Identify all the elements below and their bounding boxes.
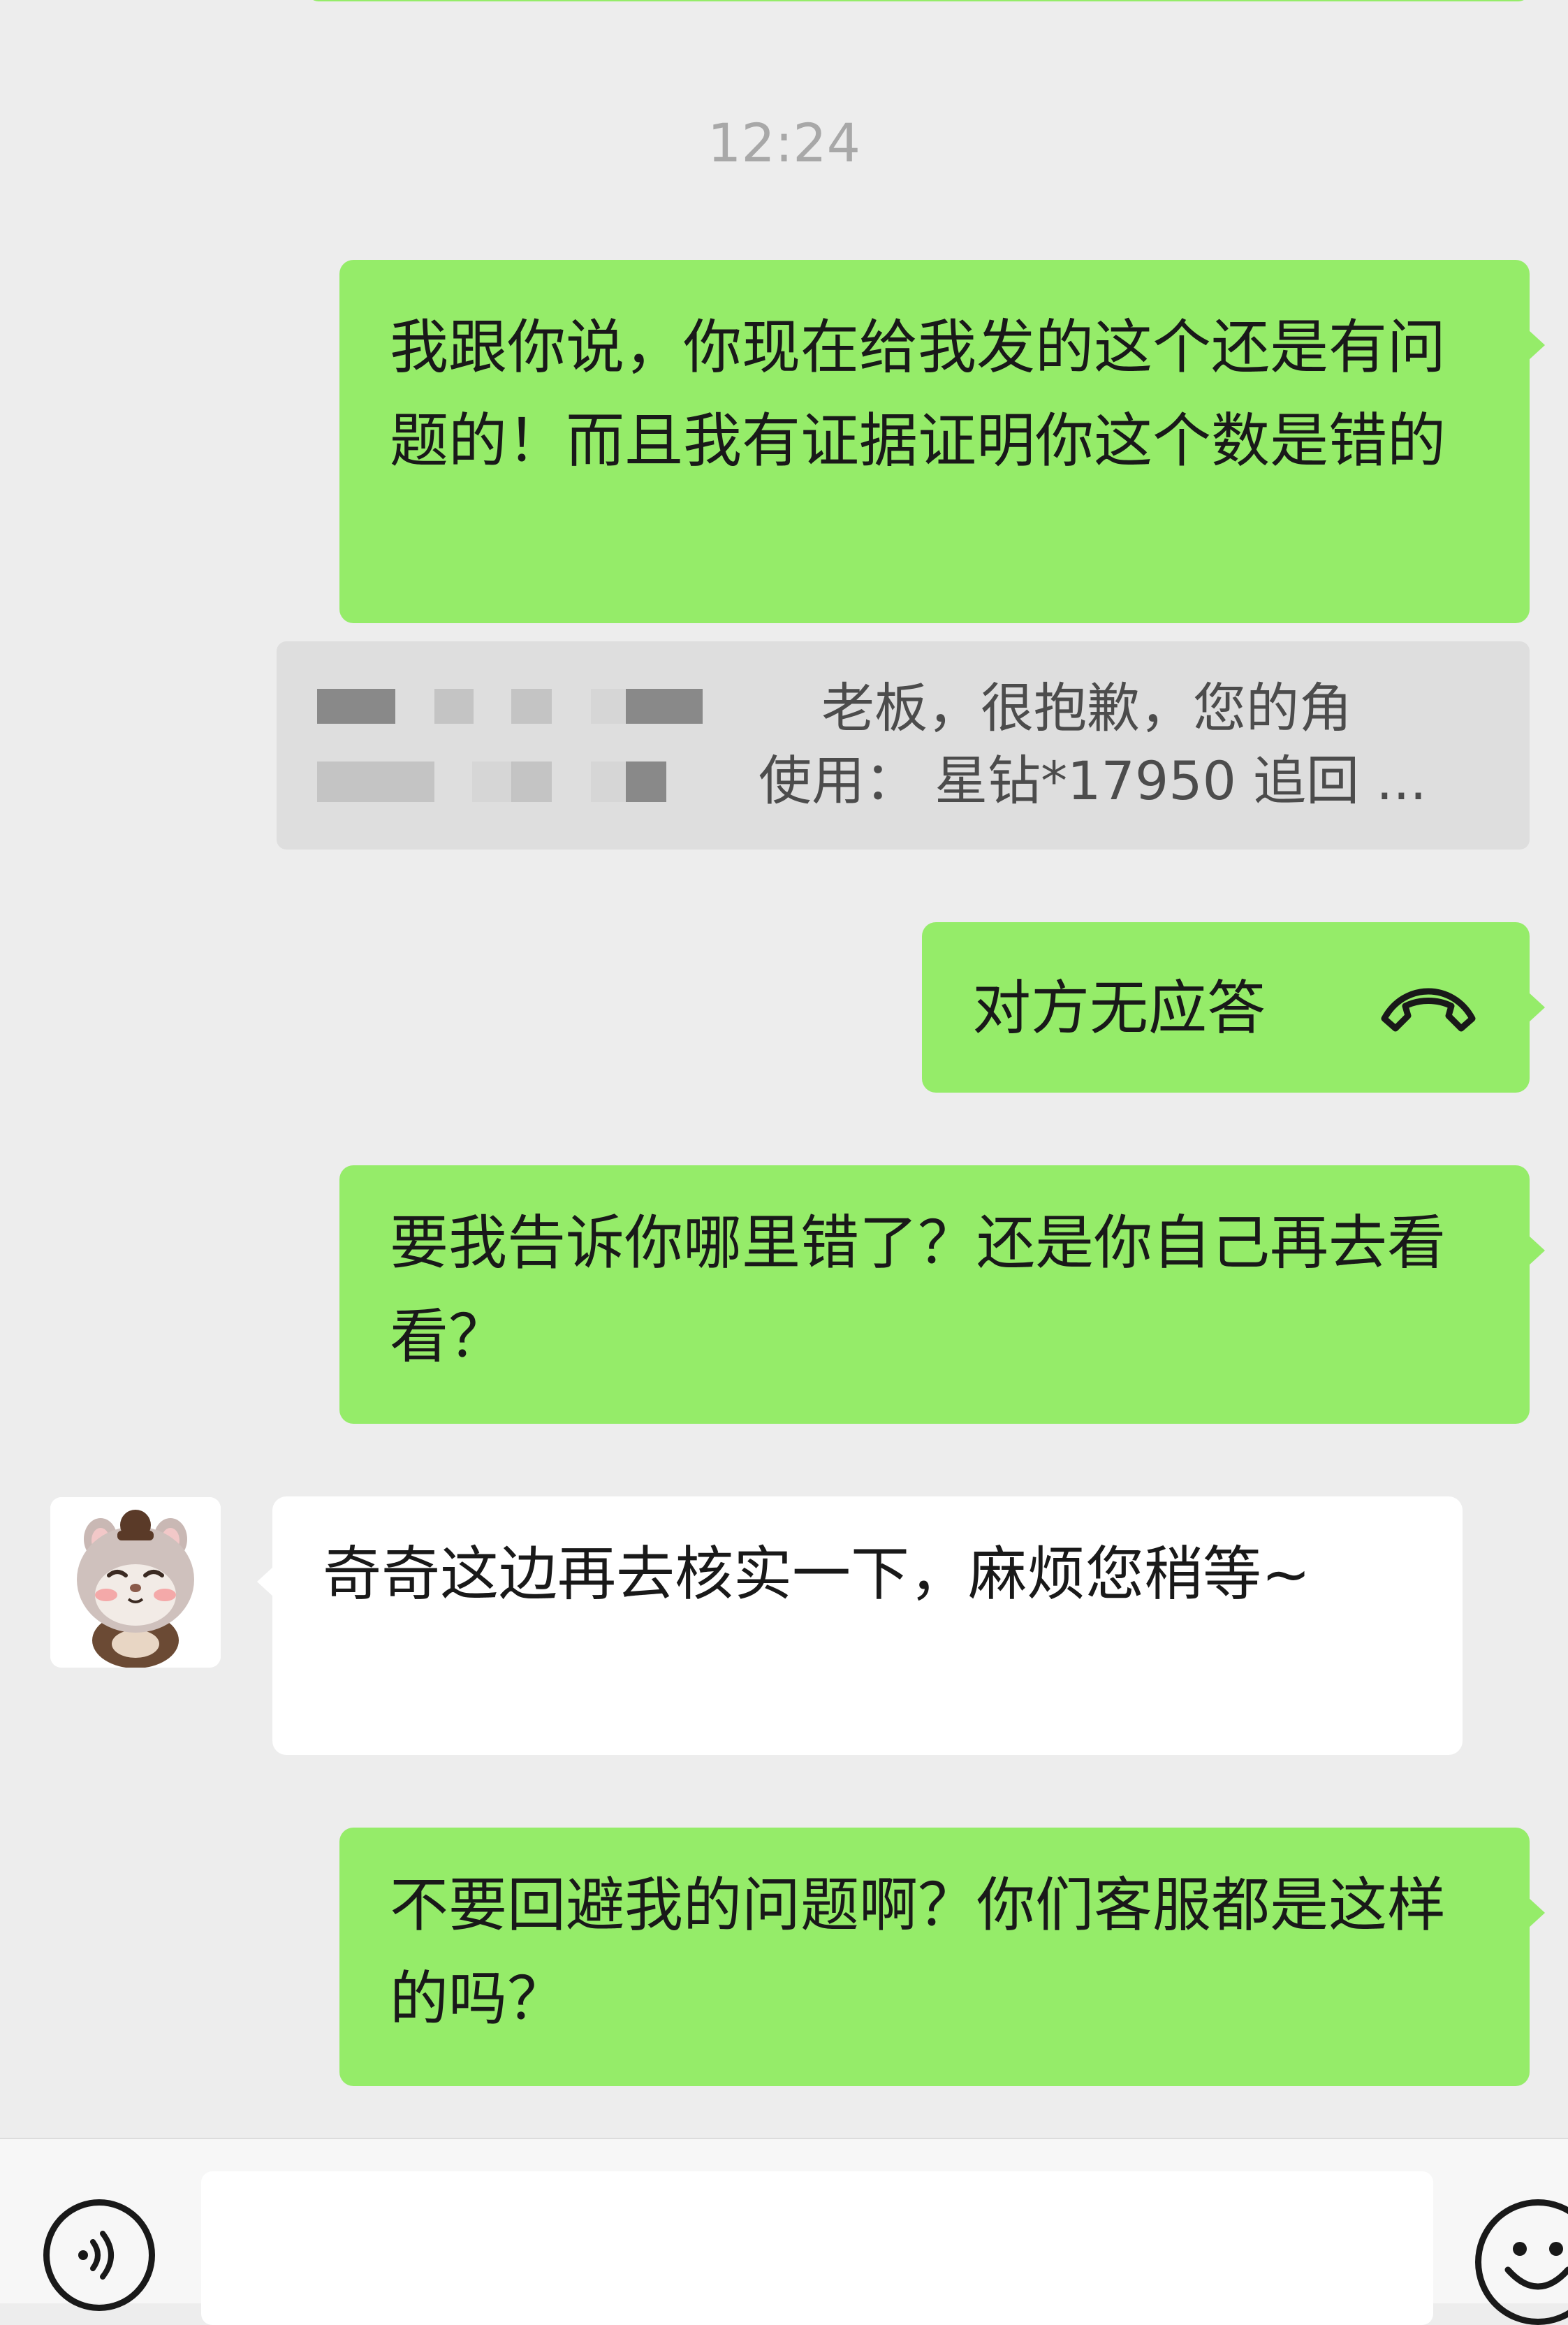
message-text: 我跟你说，你现在给我发的这个还是有问题的！而且我有证据证明你这个数是错的 xyxy=(390,313,1446,475)
quoted-message[interactable]: 老板，很抱歉，您的角 使用： 星钻*17950 追回 ... xyxy=(277,641,1530,850)
message-text: 要我告诉你哪里错了？还是你自己再去看看？ xyxy=(390,1209,1446,1371)
message-input[interactable] xyxy=(201,2171,1433,2325)
message-text: 奇奇这边再去核实一下，麻烦您稍等~ xyxy=(323,1540,1311,1608)
sent-message-bubble[interactable]: 要我告诉你哪里错了？还是你自己再去看看？ xyxy=(339,1165,1545,1424)
sent-message-bubble[interactable]: 不要回避我的问题啊？你们客服都是这样的吗？ xyxy=(339,1828,1545,2086)
call-status-bubble[interactable]: 对方无应答 xyxy=(922,922,1545,1093)
quoted-text-line-2: 使用： 星钻*17950 追回 ... xyxy=(759,750,1427,812)
received-message-bubble[interactable]: 奇奇这边再去核实一下，麻烦您稍等~ xyxy=(257,1496,1463,1755)
sent-message-bubble[interactable]: 我跟你说，你现在给我发的这个还是有问题的！而且我有证据证明你这个数是错的 xyxy=(339,260,1545,623)
hangup-phone-icon xyxy=(1376,971,1481,1034)
previous-message-bubble[interactable] xyxy=(307,0,1530,1)
message-timestamp: 12:24 xyxy=(707,112,861,174)
voice-input-icon[interactable] xyxy=(43,2199,155,2311)
quoted-text-line-1: 老板，很抱歉，您的角 xyxy=(821,677,1352,739)
message-text: 不要回避我的问题啊？你们客服都是这样的吗？ xyxy=(390,1871,1446,2033)
emoji-icon[interactable] xyxy=(1475,2199,1568,2325)
hamster-avatar[interactable] xyxy=(50,1497,221,1668)
hamster-avatar-image xyxy=(50,1497,221,1668)
